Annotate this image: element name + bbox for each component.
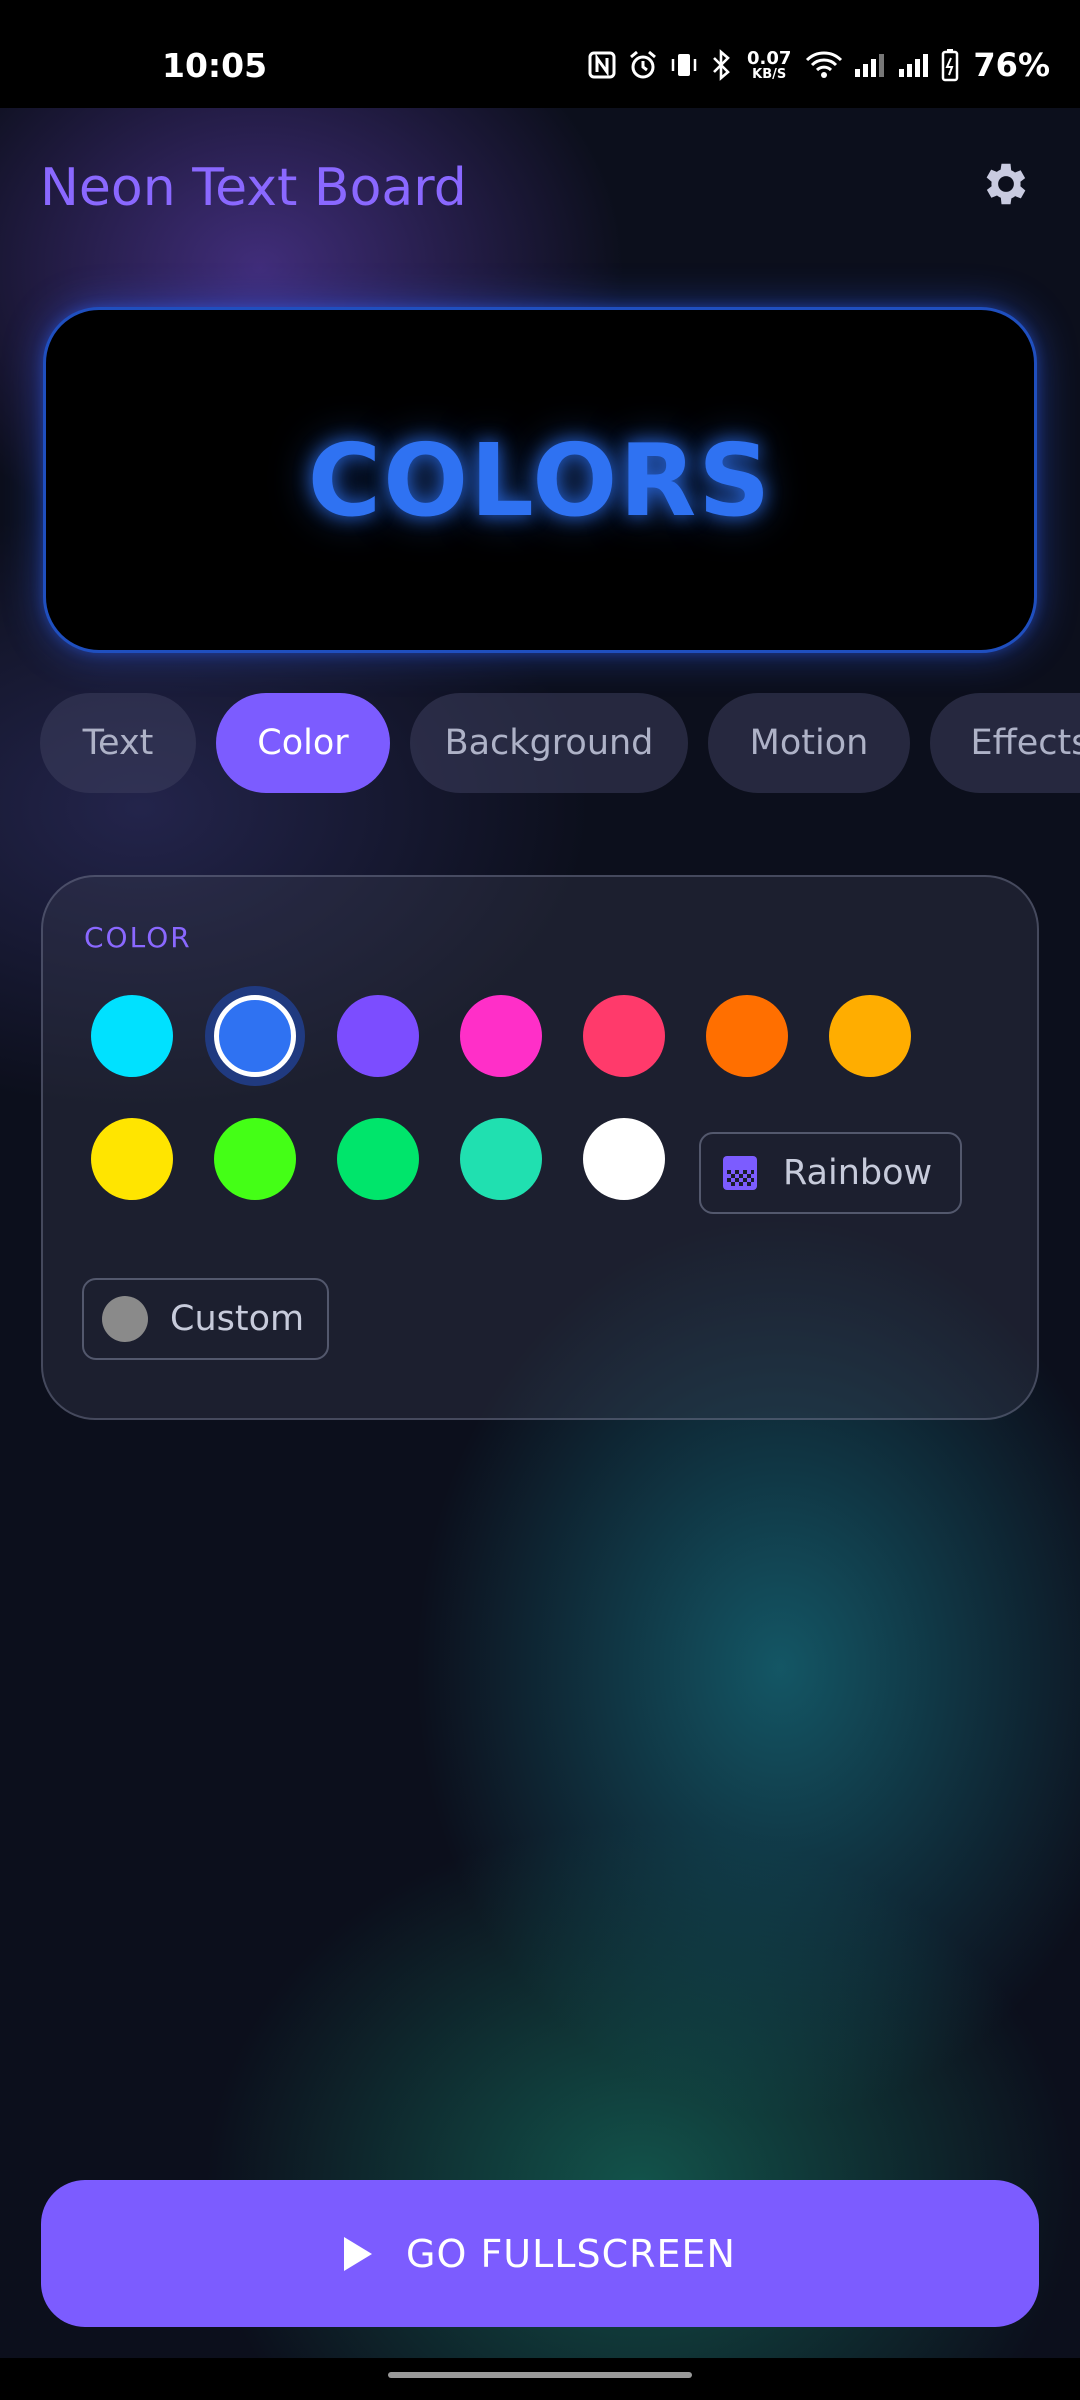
color-swatch-8[interactable] (91, 1118, 173, 1200)
nfc-icon (587, 50, 617, 80)
battery-percent: 76% (973, 46, 1050, 84)
status-bar: 10:05 0.07 KB/S 76% (0, 0, 1080, 108)
signal-icon-2 (897, 51, 931, 79)
color-swatch-11[interactable] (460, 1118, 542, 1200)
color-swatch-3[interactable] (337, 995, 419, 1077)
battery-icon (941, 48, 959, 82)
preview-text: COLORS (307, 421, 773, 539)
wifi-icon (805, 50, 843, 80)
settings-button[interactable] (978, 158, 1034, 214)
color-swatch-7[interactable] (829, 995, 911, 1077)
color-swatch-12[interactable] (583, 1118, 665, 1200)
tab-text[interactable]: Text (40, 693, 196, 793)
custom-color-button[interactable]: Custom (82, 1278, 329, 1360)
go-fullscreen-label: GO FULLSCREEN (406, 2231, 736, 2276)
color-section-label: COLOR (84, 921, 192, 954)
go-fullscreen-button[interactable]: GO FULLSCREEN (41, 2180, 1039, 2327)
network-speed: 0.07 KB/S (746, 47, 792, 82)
alarm-icon (627, 49, 659, 81)
color-swatch-5[interactable] (583, 995, 665, 1077)
custom-color-dot (102, 1296, 148, 1342)
app-title: Neon Text Board (40, 158, 467, 218)
tab-motion[interactable]: Motion (708, 693, 910, 793)
signal-icon-1 (853, 51, 887, 79)
color-swatch-10[interactable] (337, 1118, 419, 1200)
rainbow-label: Rainbow (783, 1153, 933, 1193)
status-time: 10:05 (162, 46, 268, 85)
text-preview[interactable]: COLORS (43, 307, 1037, 653)
custom-label: Custom (170, 1299, 305, 1339)
tab-effects[interactable]: Effects (930, 693, 1080, 793)
tab-bar: Text Color Background Motion Effects (40, 693, 1080, 793)
tab-color[interactable]: Color (216, 693, 390, 793)
bluetooth-icon (709, 49, 733, 81)
color-swatch-1[interactable] (91, 995, 173, 1077)
color-swatch-9[interactable] (214, 1118, 296, 1200)
tab-background[interactable]: Background (410, 693, 688, 793)
vibrate-icon (669, 50, 699, 80)
home-handle[interactable] (388, 2372, 692, 2378)
color-swatch-6[interactable] (706, 995, 788, 1077)
rainbow-button[interactable]: Rainbow (699, 1132, 962, 1214)
color-swatch-2[interactable] (214, 995, 296, 1077)
play-icon (344, 2236, 373, 2271)
color-panel: COLOR Rainbow Custom (41, 875, 1039, 1420)
gear-icon (979, 157, 1033, 215)
status-icons: 0.07 KB/S 76% (587, 40, 1050, 90)
navigation-bar (0, 2358, 1080, 2400)
gradient-icon (723, 1156, 757, 1190)
color-swatch-4[interactable] (460, 995, 542, 1077)
